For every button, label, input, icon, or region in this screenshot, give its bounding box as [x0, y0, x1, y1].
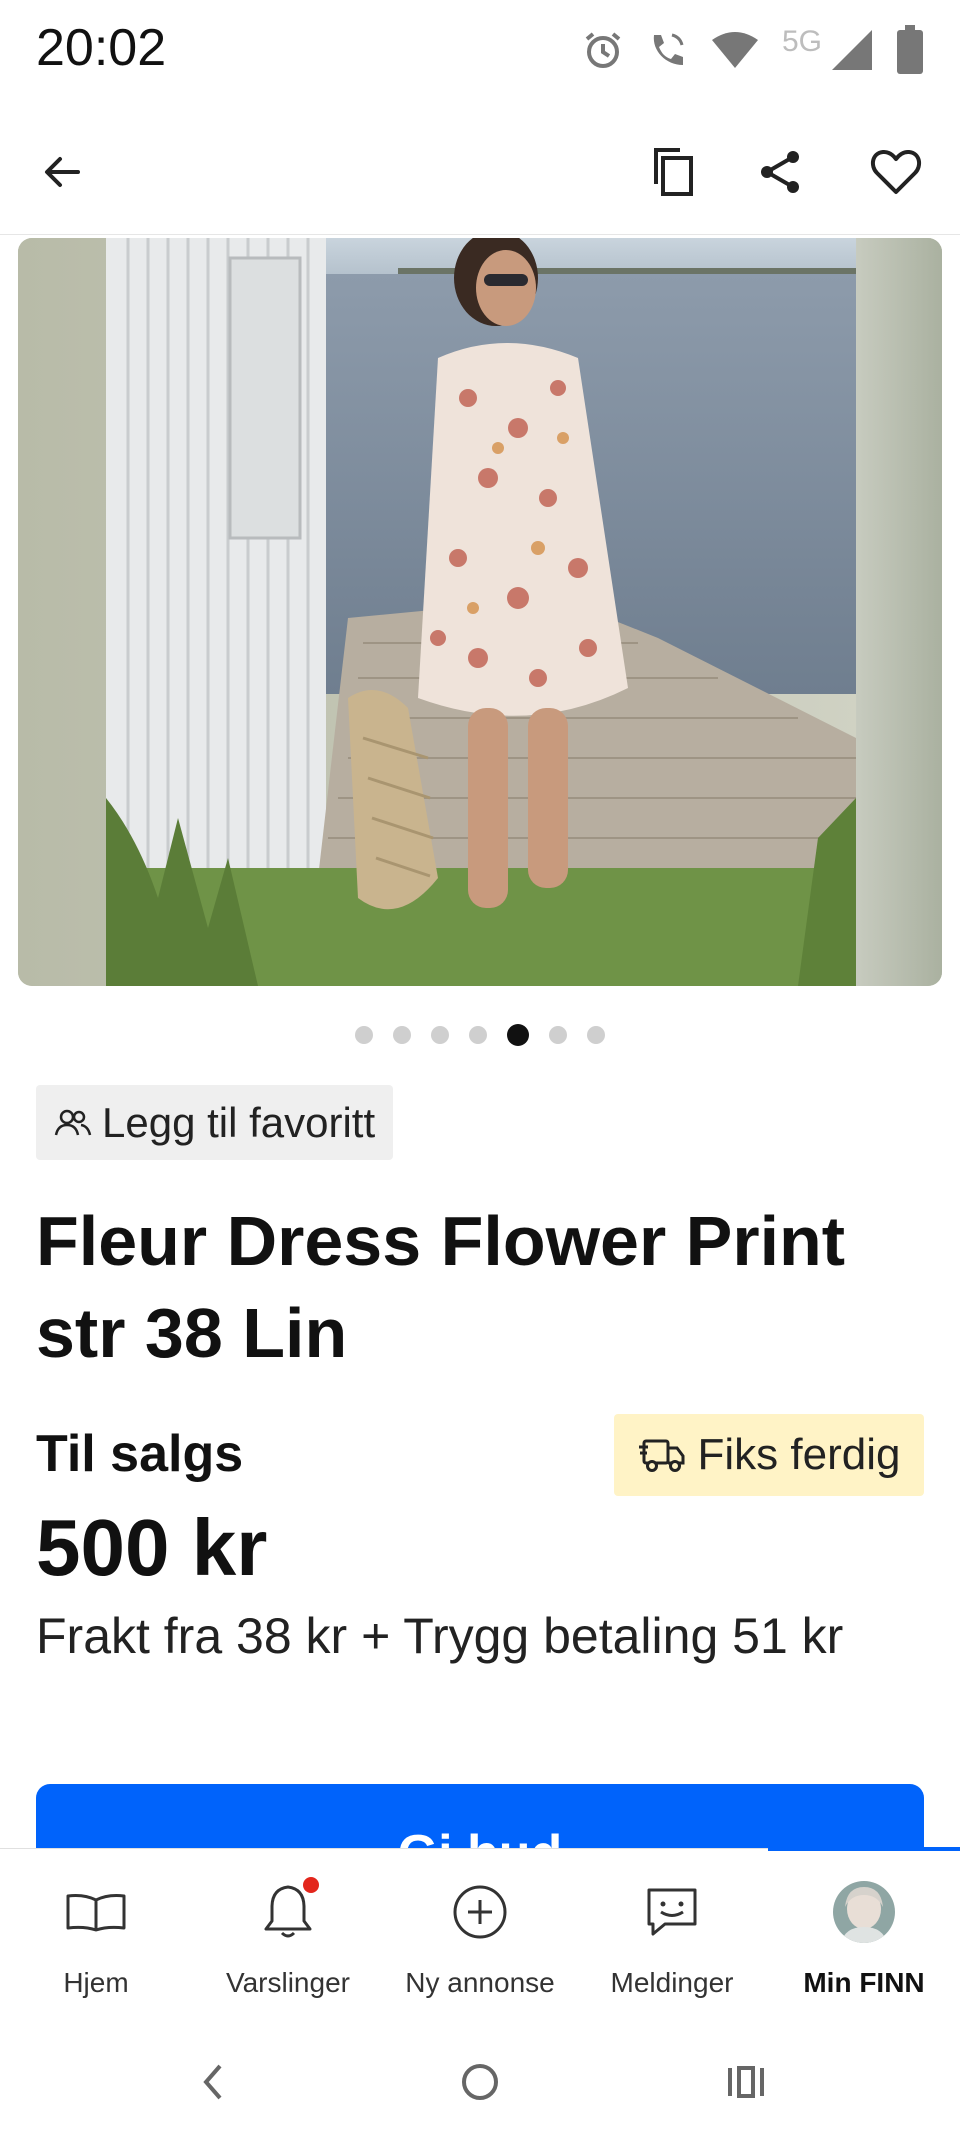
nav-label: Hjem — [63, 1967, 129, 1998]
chat-icon — [647, 1888, 697, 1936]
alarm-icon — [582, 29, 624, 71]
wifi-calling-icon — [646, 29, 688, 71]
copy-icon — [654, 148, 693, 196]
favorite-button[interactable] — [860, 136, 932, 208]
carousel-dot[interactable] — [587, 1026, 605, 1044]
system-back-button[interactable] — [183, 2052, 243, 2112]
shipping-info: Frakt fra 38 kr + Trygg betaling 51 kr — [36, 1608, 844, 1664]
status-bar: 20:02 5G — [0, 0, 960, 100]
plus-circle-icon — [453, 1885, 507, 1939]
share-icon — [761, 151, 799, 193]
carousel-dot[interactable] — [549, 1026, 567, 1044]
top-app-bar — [0, 110, 960, 235]
network-label: 5G — [781, 25, 822, 58]
delivery-truck-icon — [638, 1439, 685, 1472]
carousel-dot[interactable] — [431, 1026, 449, 1044]
share-button[interactable] — [744, 136, 816, 208]
heart-icon — [870, 149, 922, 194]
avatar — [833, 1881, 895, 1943]
fiks-ferdig-badge: Fiks ferdig — [614, 1414, 924, 1496]
badge-label: Fiks ferdig — [697, 1430, 901, 1479]
nav-item-meldinger[interactable]: Meldinger — [576, 1849, 768, 2030]
carousel-dot[interactable] — [507, 1024, 529, 1046]
system-navigation-bar — [0, 2030, 960, 2133]
system-recents-button[interactable] — [716, 2052, 776, 2112]
nav-item-varslinger[interactable]: Varslinger — [192, 1849, 384, 2030]
nav-label: Ny annonse — [405, 1967, 555, 1998]
battery-icon — [896, 25, 924, 75]
status-icons: 5G — [582, 20, 924, 80]
nav-label: Varslinger — [226, 1967, 350, 1998]
carousel-dot[interactable] — [393, 1026, 411, 1044]
system-home-button[interactable] — [450, 2052, 510, 2112]
nav-label: Meldinger — [610, 1967, 734, 1998]
copy-button[interactable] — [638, 136, 710, 208]
recents-icon — [728, 2066, 764, 2098]
chevron-left-icon — [203, 2064, 222, 2100]
back-arrow-icon — [45, 157, 80, 187]
users-icon — [54, 1109, 92, 1135]
status-time: 20:02 — [36, 19, 167, 77]
listing-title: Fleur Dress Flower Print str 38 Lin — [36, 1202, 846, 1372]
signal-icon — [830, 28, 874, 72]
nav-label: Min FINN — [803, 1967, 925, 1998]
home-circle-icon — [462, 2064, 498, 2100]
carousel-dot[interactable] — [355, 1026, 373, 1044]
notification-dot — [303, 1877, 319, 1893]
nav-item-ny-annonse[interactable]: Ny annonse — [384, 1849, 576, 2030]
nav-item-hjem[interactable]: Hjem — [0, 1849, 192, 2030]
carousel-dots — [0, 1022, 960, 1048]
wifi-icon — [710, 30, 760, 70]
add-favorite-label: Legg til favoritt — [102, 1098, 376, 1146]
back-button[interactable] — [26, 136, 98, 208]
book-icon — [66, 1894, 126, 1932]
price: 500 kr — [36, 1503, 268, 1592]
nav-item-min-finn[interactable]: Min FINN — [768, 1849, 960, 2030]
listing-status: Til salgs — [36, 1425, 244, 1483]
listing-photo[interactable] — [18, 238, 942, 986]
bottom-navigation: Hjem Varslinger Ny annonse Meldinger Min… — [0, 1847, 960, 2030]
add-favorite-chip[interactable]: Legg til favoritt — [36, 1085, 394, 1160]
carousel-dot[interactable] — [469, 1026, 487, 1044]
